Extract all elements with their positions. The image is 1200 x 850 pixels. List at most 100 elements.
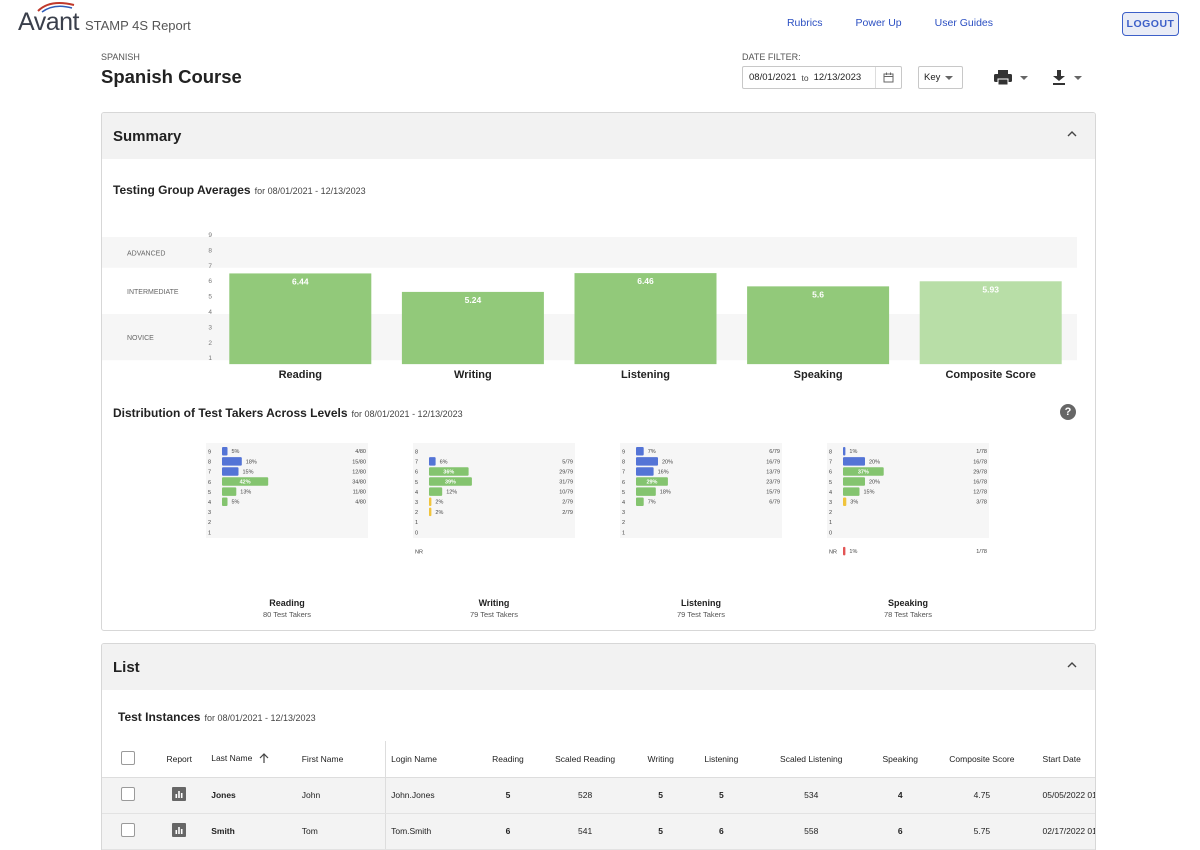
speaking-cell: 4 [869, 777, 932, 814]
column-header-first-name[interactable]: First Name [301, 741, 386, 778]
app-title: STAMP 4S Report [84, 18, 191, 33]
table-header-row: Report Last Name First Name Login Name R… [102, 741, 1095, 778]
print-button[interactable] [990, 66, 1032, 89]
chevron-up-icon[interactable] [1067, 661, 1077, 668]
column-header-report: Report [153, 741, 206, 778]
calendar-icon[interactable] [875, 67, 901, 88]
y-tick-label: 8 [208, 247, 212, 254]
averages-range: for 08/01/2021 - 12/13/2023 [254, 186, 366, 196]
user-guides-link[interactable]: User Guides [935, 17, 993, 29]
percent-label: 7% [648, 500, 656, 506]
logo-swoosh-icon [37, 2, 75, 13]
report-cell[interactable] [153, 813, 206, 850]
scaled-reading-cell: 528 [538, 777, 632, 814]
level-label: 3 [415, 500, 418, 506]
averages-chart: ADVANCED INTERMEDIATE NOVICE 9 8 7 6 5 4 3 2 1 6.44 R… [102, 232, 1077, 381]
level-label: 6 [622, 480, 625, 486]
list-header[interactable]: List [102, 644, 1095, 690]
table-row[interactable]: Smith Tom Tom.Smith 6 541 5 6 558 6 5.75… [102, 813, 1095, 850]
key-dropdown[interactable]: Key [918, 66, 963, 89]
percent-label: 39% [445, 480, 456, 486]
y-tick-label: 7 [208, 263, 212, 270]
percent-label: 16% [658, 469, 669, 475]
row-select-cell[interactable] [102, 813, 154, 850]
date-to[interactable]: 12/13/2023 [814, 72, 862, 83]
y-tick-label: 4 [208, 309, 212, 316]
percent-label: 5% [232, 500, 240, 506]
row-checkbox[interactable] [120, 823, 135, 837]
date-filter-field[interactable]: 08/01/2021 to 12/13/2023 [742, 66, 902, 89]
power-up-link[interactable]: Power Up [856, 17, 902, 29]
report-page: Avant STAMP 4S Report Rubrics Power Up U… [0, 0, 1200, 850]
count-label: 34/80 [352, 480, 366, 486]
bar-chart-icon[interactable] [172, 823, 187, 837]
level-label: 8 [829, 450, 832, 456]
level-label: 6 [829, 470, 832, 476]
column-header-scaled-reading[interactable]: Scaled Reading [538, 741, 632, 778]
percent-label: 29% [646, 480, 657, 486]
download-button[interactable] [1046, 66, 1088, 89]
instances-table: Report Last Name First Name Login Name R… [102, 741, 1095, 850]
report-cell[interactable] [153, 777, 206, 814]
summary-header[interactable]: Summary [102, 113, 1095, 159]
distribution-bar [222, 487, 237, 496]
column-header-writing[interactable]: Writing [631, 741, 690, 778]
column-header-composite-score[interactable]: Composite Score [931, 741, 1033, 778]
averages-title: Testing Group Averages [113, 183, 251, 197]
distribution-subtitle: 79 Test Takers [677, 610, 725, 619]
column-header-speaking[interactable]: Speaking [869, 741, 932, 778]
distribution-bar [843, 487, 860, 496]
column-header-listening[interactable]: Listening [689, 741, 754, 778]
count-label: 2/79 [562, 500, 573, 506]
percent-label: 1% [849, 449, 857, 455]
level-label: 8 [208, 460, 211, 466]
login-name-cell: Tom.Smith [385, 813, 478, 850]
level-label: 8 [415, 450, 418, 456]
instances-range: for 08/01/2021 - 12/13/2023 [204, 713, 316, 723]
count-label: 31/79 [559, 480, 573, 486]
level-label: 3 [208, 510, 211, 516]
category-label: Composite Score [945, 369, 1035, 381]
scaled-listening-cell: 558 [753, 813, 870, 850]
level-label: 7 [829, 460, 832, 466]
chevron-up-icon[interactable] [1067, 130, 1077, 137]
count-label: 1/78 [976, 449, 987, 455]
count-label: 29/79 [559, 469, 573, 475]
column-header-login-name[interactable]: Login Name [385, 741, 478, 778]
percent-label: 5% [232, 449, 240, 455]
logout-button[interactable]: LOGOUT [1122, 12, 1179, 36]
login-name-cell: John.Jones [385, 777, 478, 814]
row-checkbox[interactable] [120, 787, 135, 801]
y-tick-label: 5 [208, 294, 212, 301]
count-label: 23/79 [766, 480, 780, 486]
scaled-reading-cell: 541 [538, 813, 632, 850]
select-all-checkbox[interactable] [120, 750, 135, 765]
level-label: NR [829, 549, 837, 555]
column-header-reading[interactable]: Reading [477, 741, 539, 778]
percent-label: 2% [435, 510, 443, 516]
count-label: 16/78 [973, 480, 987, 486]
arrow-up-icon[interactable] [259, 753, 269, 764]
column-header-start-date[interactable]: Start Date [1032, 741, 1095, 778]
first-name-cell: Tom [301, 813, 386, 850]
percent-label: 18% [246, 459, 257, 465]
writing-cell: 5 [631, 777, 690, 814]
row-select-cell[interactable] [102, 777, 154, 814]
select-all-cell[interactable] [102, 741, 154, 778]
count-label: 12/80 [352, 469, 366, 475]
percent-label: 1% [849, 549, 857, 555]
count-label: 15/80 [352, 459, 366, 465]
count-label: 29/78 [973, 469, 987, 475]
column-header-scaled-listening[interactable]: Scaled Listening [753, 741, 870, 778]
distribution-bar [843, 447, 846, 456]
bar-chart-icon[interactable] [172, 787, 187, 801]
category-label: Listening [621, 369, 670, 381]
distribution-bar [636, 457, 658, 466]
listening-cell: 5 [689, 777, 754, 814]
help-icon[interactable]: ? [1060, 404, 1076, 420]
table-row[interactable]: Jones John John.Jones 5 528 5 5 534 4 4.… [102, 777, 1095, 814]
rubrics-link[interactable]: Rubrics [787, 17, 823, 29]
column-header-last-name[interactable]: Last Name [205, 741, 302, 778]
avant-logo[interactable]: Avant STAMP 4S Report [18, 2, 191, 37]
date-from[interactable]: 08/01/2021 [749, 72, 797, 83]
